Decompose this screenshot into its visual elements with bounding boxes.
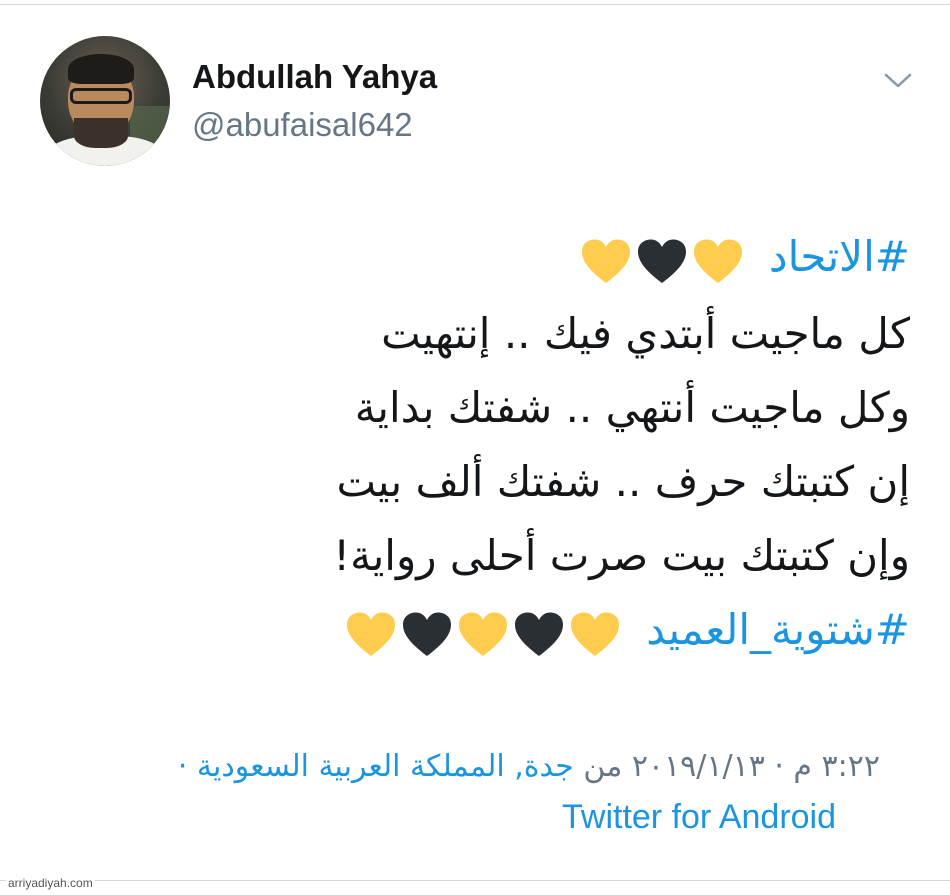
yellow-heart-emoji bbox=[570, 612, 619, 656]
black-heart-emoji bbox=[402, 612, 451, 656]
display-name[interactable]: Abdullah Yahya bbox=[192, 58, 437, 96]
tweet-source-link[interactable]: Twitter for Android bbox=[562, 798, 836, 837]
top-divider bbox=[0, 4, 950, 5]
tweet-timestamp[interactable]: ٣:٢٢ م · ٢٠١٩/١/١٣ من bbox=[583, 749, 880, 784]
bottom-divider bbox=[0, 880, 950, 881]
tweet-header: Abdullah Yahya @abufaisal642 bbox=[40, 36, 920, 168]
avatar[interactable] bbox=[40, 36, 170, 166]
tweet-location[interactable]: جدة, المملكة العربية السعودية · bbox=[178, 749, 574, 784]
tweet-line: إن كتبتك حرف .. شفتك ألف بيت bbox=[336, 456, 910, 506]
hearts-row-2 bbox=[343, 595, 623, 669]
hashtag-link[interactable]: #الاتحاد bbox=[769, 232, 910, 281]
yellow-heart-emoji bbox=[458, 612, 507, 656]
watermark: arriyadiyah.com bbox=[6, 876, 95, 890]
tweet-line: كل ماجيت أبتدي فيك .. إنتهيت bbox=[381, 308, 910, 358]
tweet-line-hashtag-1: #الاتحاد bbox=[290, 220, 910, 297]
tweet-meta: ٣:٢٢ م · ٢٠١٩/١/١٣ من جدة, المملكة العرب… bbox=[60, 748, 880, 786]
chevron-down-icon[interactable] bbox=[882, 69, 914, 91]
tweet-text: #الاتحاد كل ماجيت أبتدي فيك .. إنتهيت وك… bbox=[290, 220, 910, 669]
hearts-row-1 bbox=[578, 223, 746, 297]
user-handle[interactable]: @abufaisal642 bbox=[192, 106, 413, 144]
hashtag-link[interactable]: #شتوية_العميد bbox=[646, 605, 910, 654]
tweet-line-hashtag-2: #شتوية_العميد bbox=[290, 593, 910, 670]
black-heart-emoji bbox=[514, 612, 563, 656]
yellow-heart-emoji bbox=[346, 612, 395, 656]
yellow-heart-emoji bbox=[581, 239, 630, 283]
tweet-line: وكل ماجيت أنتهي .. شفتك بداية bbox=[354, 382, 910, 432]
tweet-line: وإن كتبتك بيت صرت أحلى رواية! bbox=[333, 530, 910, 580]
yellow-heart-emoji bbox=[693, 239, 742, 283]
black-heart-emoji bbox=[637, 239, 686, 283]
